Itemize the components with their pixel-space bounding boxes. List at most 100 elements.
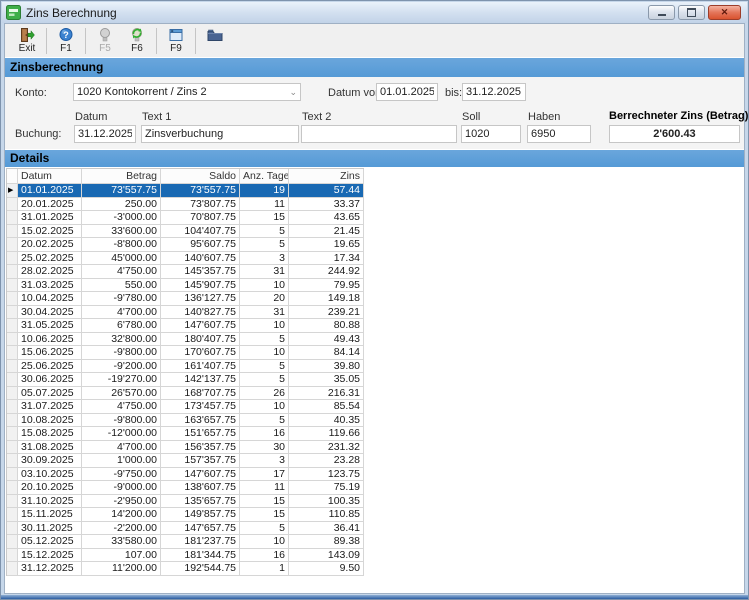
table-cell: 156'357.75 [161,441,240,455]
table-cell: -9'800.00 [82,414,161,428]
column-header-saldo[interactable]: Saldo [161,169,240,184]
table-row[interactable]: 30.09.20251'000.00157'357.75323.28 [7,454,364,468]
table-row[interactable]: 15.08.2025-12'000.00151'657.7516119.66 [7,427,364,441]
table-row[interactable]: 31.07.20254'750.00173'457.751085.54 [7,400,364,414]
buchung-haben-input[interactable] [527,125,591,143]
table-cell: 138'607.75 [161,481,240,495]
maximize-button[interactable] [678,5,705,20]
close-button[interactable]: ✕ [708,5,741,20]
f6-button-label: F6 [131,44,143,54]
titlebar[interactable]: Zins Berechnung ✕ [2,2,747,23]
row-selector-cell [7,373,18,387]
table-cell: 123.75 [289,468,364,482]
table-cell: 149.18 [289,292,364,306]
table-cell: -3'000.00 [82,211,161,225]
buchung-text2-input[interactable] [301,125,457,143]
table-cell: 4'700.00 [82,441,161,455]
table-row[interactable]: 30.06.2025-19'270.00142'137.75535.05 [7,373,364,387]
table-cell: -8'800.00 [82,238,161,252]
table-cell: 5 [240,414,289,428]
table-row[interactable]: 28.02.20254'750.00145'357.7531244.92 [7,265,364,279]
buchung-soll-input[interactable] [461,125,521,143]
table-row[interactable]: 25.06.2025-9'200.00161'407.75539.80 [7,360,364,374]
table-row[interactable]: 03.10.2025-9'750.00147'607.7517123.75 [7,468,364,482]
column-header-anz-tage[interactable]: Anz. Tage [240,169,289,184]
zinsberechnung-section-header: Zinsberechnung [5,57,744,77]
row-selector-cell [7,481,18,495]
table-row[interactable]: 15.02.202533'600.00104'407.75521.45 [7,225,364,239]
konto-dropdown[interactable]: 1020 Kontokorrent / Zins 2 ⌄ [73,83,301,101]
table-row[interactable]: 10.06.202532'800.00180'407.75549.43 [7,333,364,347]
exit-door-icon [19,27,35,43]
column-header-zins[interactable]: Zins [289,169,364,184]
row-selector-header-cell [7,169,18,184]
buchung-col-text1-label: Text 1 [142,111,171,123]
help-button-label: F1 [60,44,72,54]
table-cell: 147'657.75 [161,522,240,536]
help-f1-button[interactable]: ? F1 [50,25,82,56]
table-row[interactable]: 15.12.2025107.00181'344.7516143.09 [7,549,364,563]
table-cell: 31.05.2025 [18,319,82,333]
table-cell: 250.00 [82,198,161,212]
table-cell: 173'457.75 [161,400,240,414]
table-cell: 11 [240,481,289,495]
row-selector-cell: ▶ [7,184,18,198]
table-row[interactable]: 20.01.2025250.0073'807.751133.37 [7,198,364,212]
table-cell: 57.44 [289,184,364,198]
folder-button[interactable] [199,25,231,56]
buchung-datum-input[interactable] [74,125,136,143]
window-bottom-frame [1,595,748,599]
table-cell: 95'607.75 [161,238,240,252]
table-row[interactable]: 30.11.2025-2'200.00147'657.75536.41 [7,522,364,536]
table-row[interactable]: 31.10.2025-2'950.00135'657.7515100.35 [7,495,364,509]
exit-button[interactable]: Exit [11,25,43,56]
table-row[interactable]: 31.01.2025-3'000.0070'807.751543.65 [7,211,364,225]
table-row[interactable]: 30.04.20254'700.00140'827.7531239.21 [7,306,364,320]
column-header-betrag[interactable]: Betrag [82,169,161,184]
table-row[interactable]: 05.07.202526'570.00168'707.7526216.31 [7,387,364,401]
buchung-col-text2-label: Text 2 [302,111,331,123]
table-row[interactable]: 31.05.20256'780.00147'607.751080.88 [7,319,364,333]
buchung-text1-input[interactable] [141,125,299,143]
table-cell: 180'407.75 [161,333,240,347]
f6-button[interactable]: F6 [121,25,153,56]
table-row[interactable]: 05.12.202533'580.00181'237.751089.38 [7,535,364,549]
table-row[interactable]: 15.06.2025-9'800.00170'607.751084.14 [7,346,364,360]
table-row[interactable]: 10.04.2025-9'780.00136'127.7520149.18 [7,292,364,306]
row-selector-cell [7,198,18,212]
table-row[interactable]: 25.02.202545'000.00140'607.75317.34 [7,252,364,266]
maximize-icon [687,8,696,17]
row-selector-cell [7,319,18,333]
table-row[interactable]: 10.08.2025-9'800.00163'657.75540.35 [7,414,364,428]
table-cell: -2'200.00 [82,522,161,536]
table-cell: 170'607.75 [161,346,240,360]
table-cell: 31 [240,265,289,279]
berechneter-zins-label: Berrechneter Zins (Betrag) [609,110,748,122]
table-row[interactable]: 31.12.202511'200.00192'544.7519.50 [7,562,364,576]
table-cell: 31.08.2025 [18,441,82,455]
table-cell: -9'800.00 [82,346,161,360]
table-cell: 143.09 [289,549,364,563]
table-row[interactable]: 31.03.2025550.00145'907.751079.95 [7,279,364,293]
f9-button[interactable]: F9 [160,25,192,56]
table-row[interactable]: 15.11.202514'200.00149'857.7515110.85 [7,508,364,522]
table-cell: 20.01.2025 [18,198,82,212]
table-cell: 1 [240,562,289,576]
minimize-button[interactable] [648,5,675,20]
bis-input[interactable] [462,83,526,101]
row-selector-cell [7,265,18,279]
table-cell: 23.28 [289,454,364,468]
table-cell: 15.08.2025 [18,427,82,441]
table-cell: 3 [240,252,289,266]
table-row[interactable]: 31.08.20254'700.00156'357.7530231.32 [7,441,364,455]
table-row[interactable]: 20.02.2025-8'800.0095'607.75519.65 [7,238,364,252]
table-row[interactable]: 20.10.2025-9'000.00138'607.751175.19 [7,481,364,495]
datum-von-input[interactable] [376,83,438,101]
table-cell: 100.35 [289,495,364,509]
table-cell: 147'607.75 [161,468,240,482]
buchung-col-soll-label: Soll [462,111,480,123]
table-row[interactable]: ▶01.01.202573'557.7573'557.751957.44 [7,184,364,198]
column-header-datum[interactable]: Datum [18,169,82,184]
table-cell: 30.09.2025 [18,454,82,468]
row-selector-cell [7,549,18,563]
